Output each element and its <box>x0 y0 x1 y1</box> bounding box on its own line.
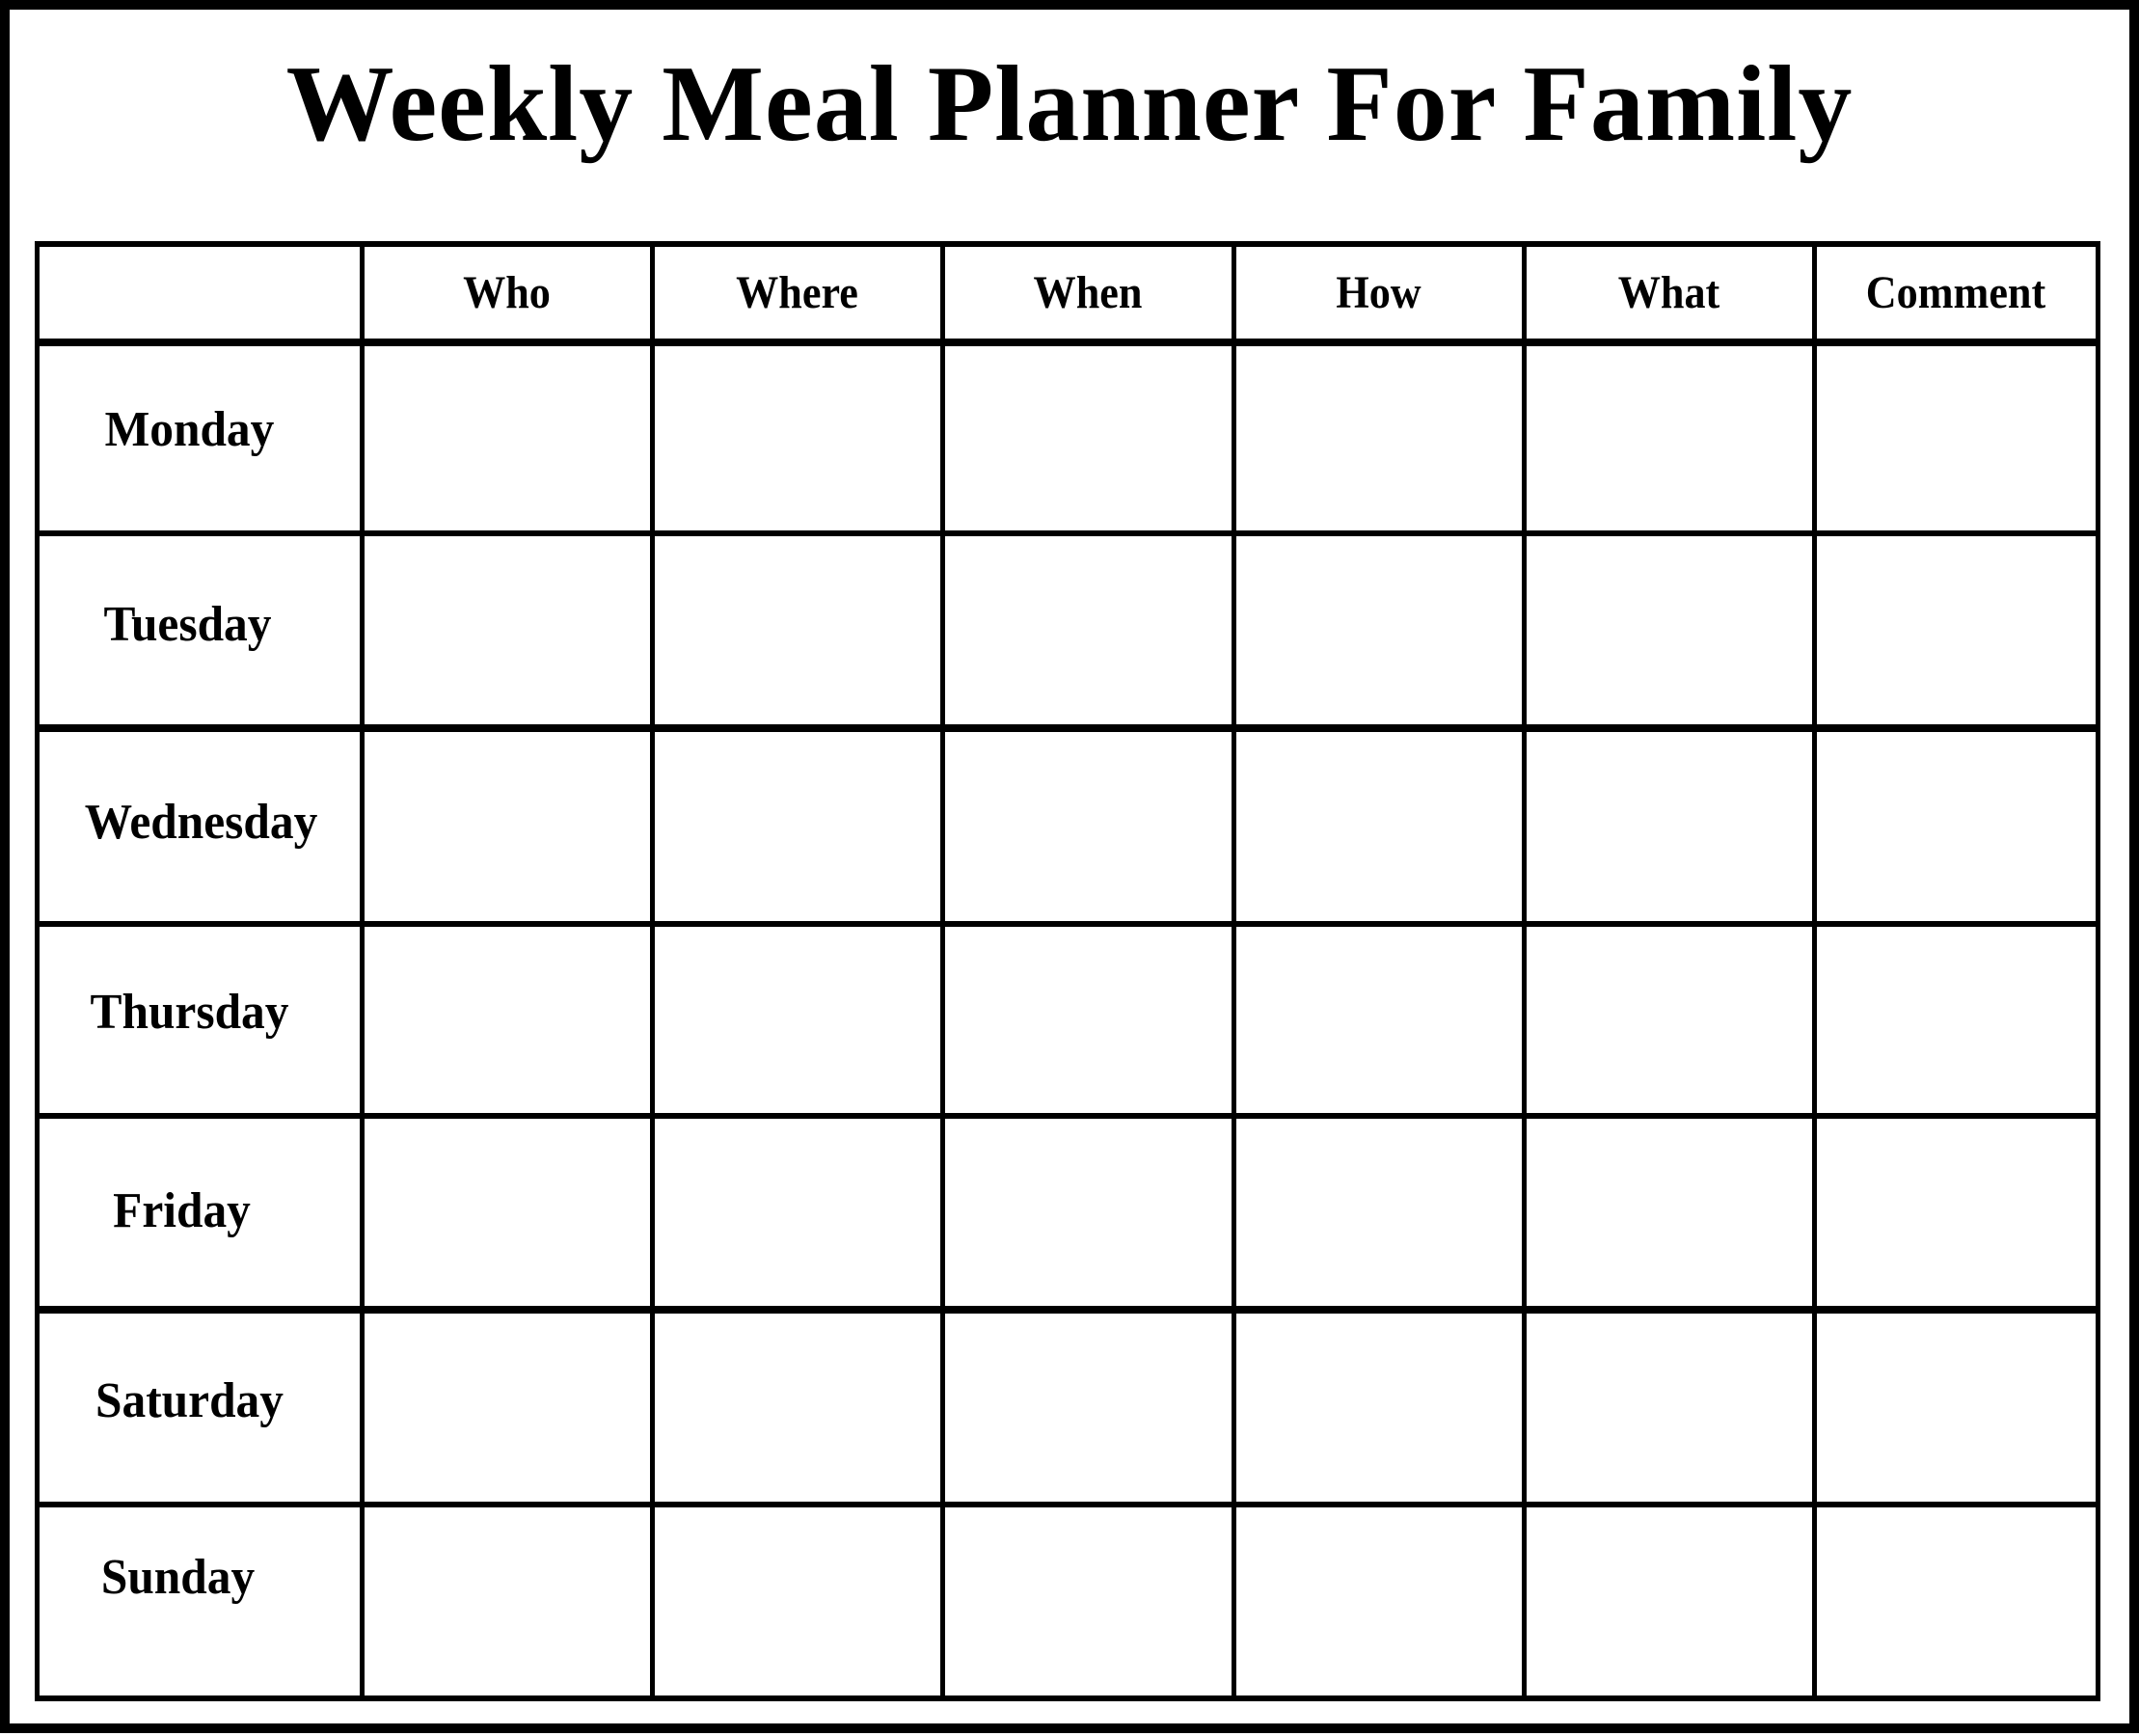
cell-saturday-when[interactable] <box>945 1314 1231 1501</box>
cell-thursday-how[interactable] <box>1236 928 1521 1112</box>
cell-wednesday-where[interactable] <box>655 732 939 920</box>
day-label-tuesday: Tuesday <box>103 597 272 652</box>
row-divider <box>34 921 2100 927</box>
table-left-border <box>34 241 40 1701</box>
cell-sunday-what[interactable] <box>1527 1508 1811 1695</box>
cell-monday-who[interactable] <box>365 346 649 529</box>
cell-sunday-when[interactable] <box>945 1508 1231 1695</box>
column-divider <box>939 241 945 1701</box>
cell-saturday-comment[interactable] <box>1817 1314 2095 1501</box>
cell-thursday-when[interactable] <box>945 928 1231 1112</box>
table-right-border <box>2095 241 2100 1701</box>
cell-wednesday-comment[interactable] <box>1817 732 2095 920</box>
cell-tuesday-who[interactable] <box>365 537 649 724</box>
column-divider <box>1811 241 1817 1701</box>
cell-thursday-who[interactable] <box>365 928 649 1112</box>
cell-tuesday-where[interactable] <box>655 537 939 724</box>
cell-sunday-who[interactable] <box>365 1508 649 1695</box>
day-label-saturday: Saturday <box>95 1373 284 1428</box>
cell-sunday-where[interactable] <box>655 1508 939 1695</box>
table-top-border <box>34 241 2100 247</box>
cell-wednesday-who[interactable] <box>365 732 649 920</box>
cell-friday-when[interactable] <box>945 1120 1231 1306</box>
cell-saturday-where[interactable] <box>655 1314 939 1501</box>
row-divider <box>34 1502 2100 1507</box>
row-divider <box>34 724 2100 732</box>
column-header-who: Who <box>463 267 551 318</box>
cell-monday-comment[interactable] <box>1817 346 2095 529</box>
cell-friday-who[interactable] <box>365 1120 649 1306</box>
cell-wednesday-how[interactable] <box>1236 732 1521 920</box>
column-divider <box>1231 241 1236 1701</box>
day-label-friday: Friday <box>113 1182 251 1238</box>
cell-wednesday-what[interactable] <box>1527 732 1811 920</box>
cell-monday-what[interactable] <box>1527 346 1811 529</box>
cell-thursday-what[interactable] <box>1527 928 1811 1112</box>
column-divider <box>359 241 365 1701</box>
row-divider <box>34 530 2100 536</box>
cell-monday-how[interactable] <box>1236 346 1521 529</box>
cell-friday-where[interactable] <box>655 1120 939 1306</box>
column-header-where: Where <box>736 267 858 318</box>
column-header-comment: Comment <box>1865 267 2046 318</box>
column-header-when: When <box>1033 267 1143 318</box>
cell-friday-comment[interactable] <box>1817 1120 2095 1306</box>
column-header-what: What <box>1617 267 1720 318</box>
corner-cell <box>40 248 359 339</box>
cell-saturday-who[interactable] <box>365 1314 649 1501</box>
cell-tuesday-comment[interactable] <box>1817 537 2095 724</box>
column-divider <box>649 241 655 1701</box>
day-label-wednesday: Wednesday <box>84 794 318 850</box>
day-label-sunday: Sunday <box>100 1549 256 1605</box>
cell-wednesday-when[interactable] <box>945 732 1231 920</box>
cell-monday-where[interactable] <box>655 346 939 529</box>
row-divider <box>34 339 2100 346</box>
cell-tuesday-when[interactable] <box>945 537 1231 724</box>
row-divider <box>34 1113 2100 1119</box>
cell-saturday-how[interactable] <box>1236 1314 1521 1501</box>
cell-sunday-comment[interactable] <box>1817 1508 2095 1695</box>
meal-planner-table: Who Where When How What Comment Monday Tuesday W… <box>0 0 2139 1736</box>
cell-sunday-how[interactable] <box>1236 1508 1521 1695</box>
cell-tuesday-how[interactable] <box>1236 537 1521 724</box>
table-bottom-border <box>34 1695 2100 1701</box>
day-label-thursday: Thursday <box>90 984 289 1040</box>
cell-monday-when[interactable] <box>945 346 1231 529</box>
cell-tuesday-what[interactable] <box>1527 537 1811 724</box>
column-divider <box>1521 241 1527 1701</box>
cell-friday-what[interactable] <box>1527 1120 1811 1306</box>
day-label-monday: Monday <box>104 402 275 457</box>
row-divider <box>34 1306 2100 1314</box>
cell-thursday-comment[interactable] <box>1817 928 2095 1112</box>
column-header-how: How <box>1336 267 1421 318</box>
cell-thursday-where[interactable] <box>655 928 939 1112</box>
cell-saturday-what[interactable] <box>1527 1314 1811 1501</box>
cell-friday-how[interactable] <box>1236 1120 1521 1306</box>
